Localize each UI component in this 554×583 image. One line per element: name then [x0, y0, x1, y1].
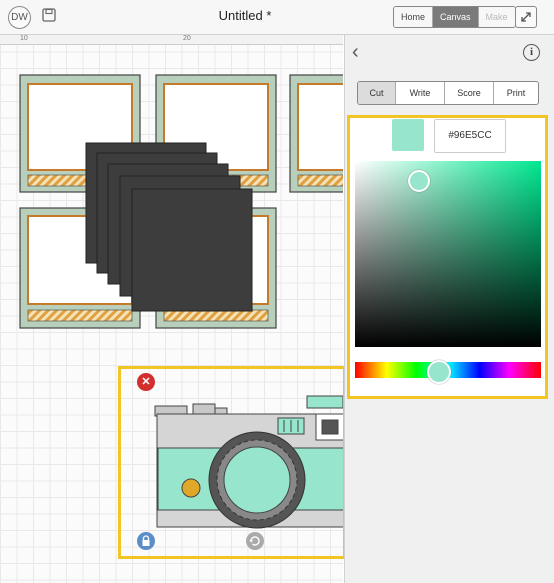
- info-icon[interactable]: i: [523, 44, 540, 61]
- segment-make[interactable]: Make: [478, 7, 515, 27]
- tab-write[interactable]: Write: [396, 82, 445, 104]
- tab-cut[interactable]: Cut: [358, 82, 396, 104]
- saturation-value-field[interactable]: [355, 161, 541, 347]
- selection-bounding-box[interactable]: [118, 366, 346, 559]
- expand-icon[interactable]: [515, 6, 537, 28]
- color-swatch: [392, 119, 424, 151]
- operation-tabs: Cut Write Score Print: [357, 81, 539, 105]
- saturation-handle[interactable]: [408, 170, 430, 192]
- segment-home[interactable]: Home: [394, 7, 434, 27]
- rotate-icon[interactable]: [246, 532, 264, 550]
- hex-color-input[interactable]: #96E5CC: [434, 119, 506, 153]
- back-chevron-icon[interactable]: ‹: [352, 42, 359, 62]
- lock-icon[interactable]: [137, 532, 155, 550]
- frame-top-right[interactable]: [289, 74, 343, 193]
- mode-segmented-control: Home Canvas Make: [393, 6, 516, 28]
- segment-canvas[interactable]: Canvas: [433, 7, 479, 27]
- hue-slider-handle[interactable]: [427, 360, 451, 384]
- delete-icon[interactable]: ✕: [137, 373, 155, 391]
- tab-print[interactable]: Print: [494, 82, 538, 104]
- tab-score[interactable]: Score: [445, 82, 494, 104]
